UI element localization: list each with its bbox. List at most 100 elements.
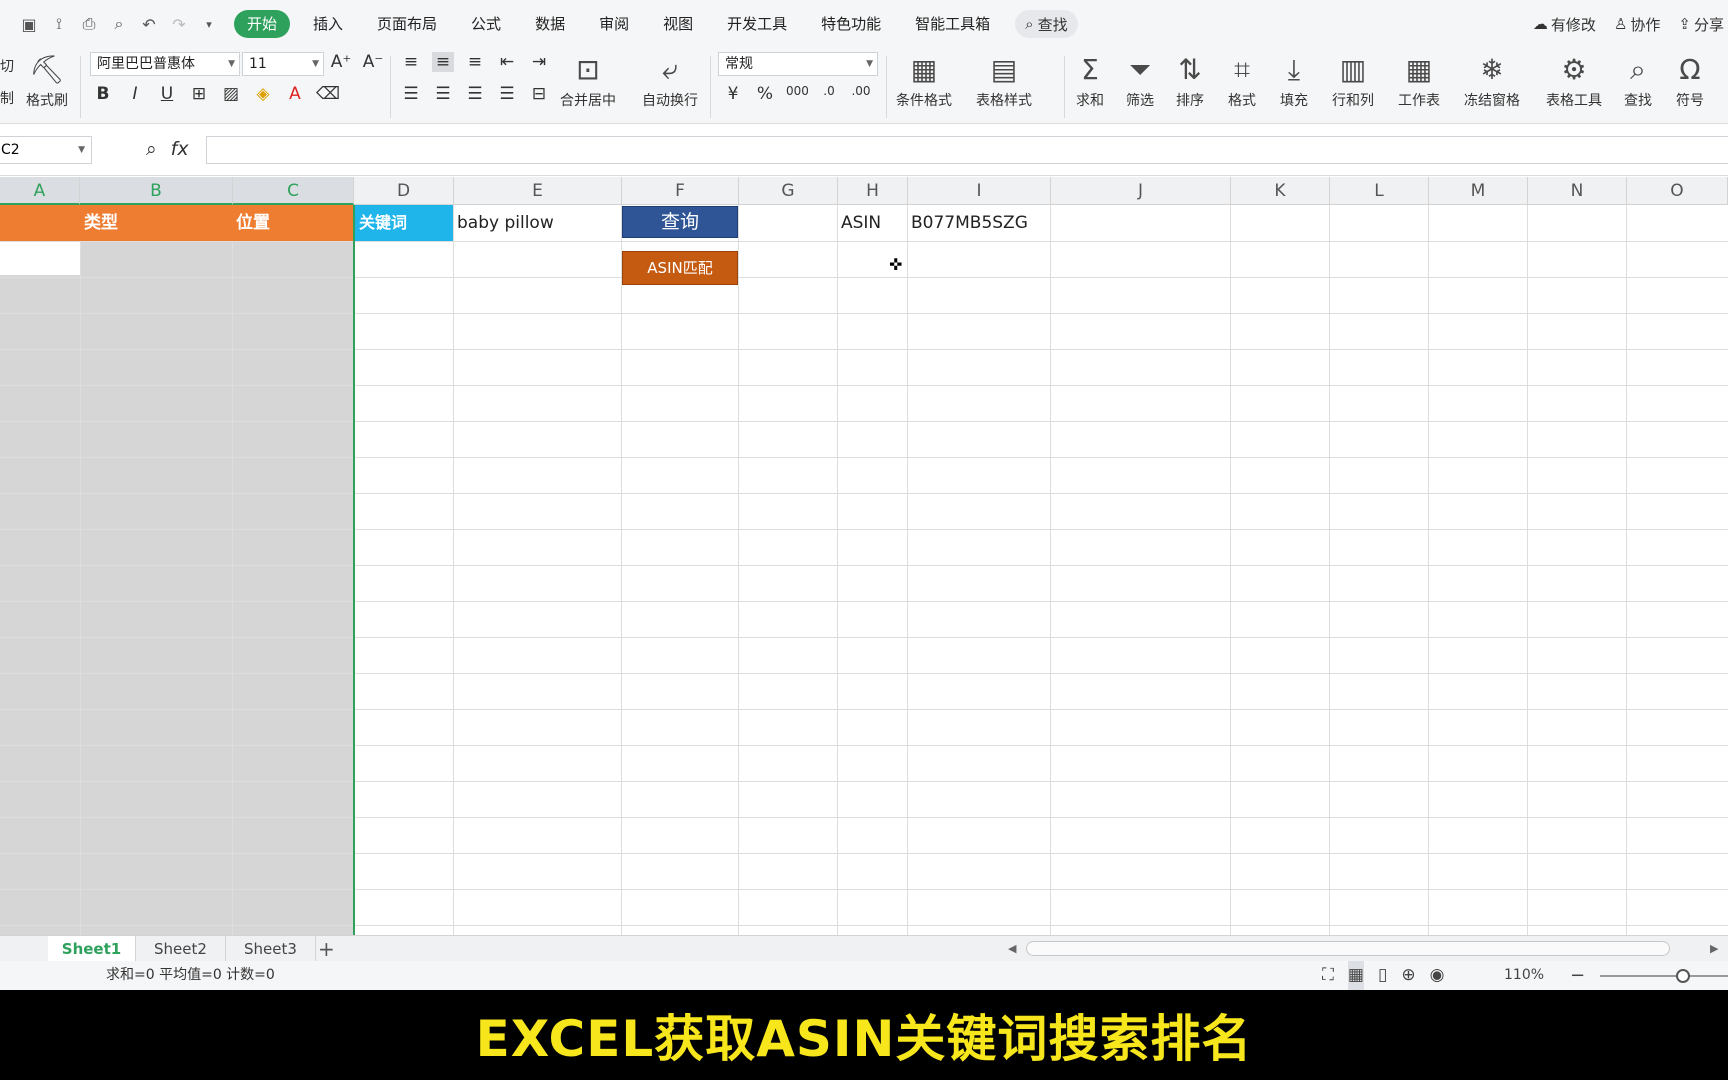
zoom-level[interactable]: 110% (1504, 961, 1544, 990)
sort-button[interactable]: ⇅ 排序 (1176, 50, 1204, 110)
decrease-decimal-icon[interactable]: .00 (850, 84, 872, 104)
cell-h1[interactable]: ASIN (841, 205, 881, 241)
thousands-icon[interactable]: 000 (786, 84, 809, 104)
share-button[interactable]: ⇪ 分享 (1678, 14, 1724, 35)
zoom-out-icon[interactable]: − (1570, 961, 1585, 990)
format-button[interactable]: ⌗ 格式 (1228, 50, 1256, 110)
font-name-select[interactable]: 阿里巴巴普惠体 ▼ (90, 52, 240, 76)
tab-page-layout[interactable]: 页面布局 (360, 10, 454, 38)
zoom-slider[interactable] (1600, 975, 1728, 977)
column-header-o[interactable]: O (1627, 177, 1728, 205)
print-icon[interactable]: ⎙ (74, 10, 104, 38)
fullscreen-icon[interactable]: ⛶ (1322, 961, 1334, 990)
copy-button[interactable]: 复制 (0, 88, 14, 108)
align-left-icon[interactable]: ☰ (400, 84, 422, 104)
cell-e1[interactable]: baby pillow (457, 205, 554, 241)
column-header-f[interactable]: F (622, 177, 739, 205)
tab-insert[interactable]: 插入 (296, 10, 360, 38)
add-sheet-icon[interactable]: + (318, 936, 335, 962)
clear-format-icon[interactable]: ⌫ (316, 84, 340, 104)
column-header-h[interactable]: H (838, 177, 908, 205)
save-icon[interactable]: ▣ (14, 10, 44, 38)
freeze-panes-button[interactable]: ❄ 冻结窗格 (1464, 50, 1520, 110)
tab-formulas[interactable]: 公式 (454, 10, 518, 38)
column-header-e[interactable]: E (454, 177, 622, 205)
conditional-format-button[interactable]: ▦ 条件格式 (896, 50, 952, 110)
cell-b1[interactable]: 类型 (84, 205, 118, 241)
zoom-slider-handle[interactable] (1676, 969, 1690, 983)
reading-mode-icon[interactable]: ◉ (1430, 961, 1445, 990)
font-size-select[interactable]: 11 ▼ (242, 52, 324, 76)
underline-icon[interactable]: U (156, 84, 178, 104)
query-button[interactable]: 查询 (622, 206, 738, 238)
modified-button[interactable]: ☁ 有修改 (1533, 14, 1596, 35)
row-col-button[interactable]: ▥ 行和列 (1332, 50, 1374, 110)
customize-dropdown-icon[interactable]: ▾ (194, 10, 224, 38)
wrap-text-button[interactable]: ⤶ 自动换行 (642, 50, 698, 110)
redo-icon[interactable]: ↷ (164, 10, 194, 38)
cell-c1[interactable]: 位置 (236, 205, 270, 241)
percent-icon[interactable]: % (754, 84, 776, 104)
formula-input[interactable] (206, 136, 1728, 164)
column-header-l[interactable]: L (1330, 177, 1429, 205)
number-format-select[interactable]: 常规 ▼ (718, 52, 878, 76)
fill-button[interactable]: ⤓ 填充 (1280, 50, 1308, 110)
scroll-right-icon[interactable]: ▶ (1710, 936, 1718, 962)
bold-icon[interactable]: B (92, 84, 114, 104)
cell-grid[interactable]: 类型 位置 关键词 baby pillow ASIN B077MB5SZG 查询… (0, 205, 1728, 935)
menu-search[interactable]: ⌕ 查找 (1015, 10, 1078, 38)
distribute-icon[interactable]: ⊟ (528, 84, 550, 104)
tab-review[interactable]: 审阅 (582, 10, 646, 38)
tab-smart-toolbox[interactable]: 智能工具箱 (898, 10, 1007, 38)
column-header-n[interactable]: N (1528, 177, 1627, 205)
column-header-c[interactable]: C (233, 177, 354, 205)
tab-features[interactable]: 特色功能 (804, 10, 898, 38)
indent-increase-icon[interactable]: ⇥ (528, 52, 550, 72)
undo-icon[interactable]: ↶ (134, 10, 164, 38)
fx-icon[interactable]: fx (171, 138, 189, 160)
increase-decimal-icon[interactable]: .0 (818, 84, 840, 104)
merge-center-button[interactable]: ⊡ 合并居中 (560, 50, 616, 110)
sheet-tab-sheet3[interactable]: Sheet3 (226, 936, 316, 962)
sum-button[interactable]: Σ 求和 (1076, 50, 1104, 110)
sheet-tab-sheet2[interactable]: Sheet2 (136, 936, 226, 962)
cell-d1[interactable]: 关键词 (355, 205, 453, 241)
symbol-button[interactable]: Ω 符号 (1676, 50, 1704, 110)
column-header-j[interactable]: J (1051, 177, 1231, 205)
column-header-d[interactable]: D (354, 177, 454, 205)
tab-home[interactable]: 开始 (234, 10, 291, 38)
column-header-k[interactable]: K (1231, 177, 1330, 205)
find-button[interactable]: ⌕ 查找 (1624, 50, 1652, 110)
filter-button[interactable]: ⏷ 筛选 (1126, 50, 1154, 110)
align-top-icon[interactable]: ≡ (400, 52, 422, 72)
fill-color-icon[interactable]: ◈ (252, 84, 274, 104)
increase-font-icon[interactable]: A⁺ (330, 52, 352, 72)
column-header-b[interactable]: B (80, 177, 233, 205)
align-middle-icon[interactable]: ≡ (432, 52, 454, 72)
column-header-g[interactable]: G (739, 177, 838, 205)
print-preview-icon[interactable]: ⌕ (104, 10, 134, 38)
tab-developer[interactable]: 开发工具 (710, 10, 804, 38)
currency-icon[interactable]: ¥ (722, 84, 744, 104)
tab-data[interactable]: 数据 (518, 10, 582, 38)
align-bottom-icon[interactable]: ≡ (464, 52, 486, 72)
align-right-icon[interactable]: ☰ (464, 84, 486, 104)
format-brush-icon[interactable]: ⟟ (44, 10, 74, 38)
active-cell[interactable] (0, 241, 80, 275)
table-tools-button[interactable]: ⚙ 表格工具 (1546, 50, 1602, 110)
column-header-m[interactable]: M (1429, 177, 1528, 205)
page-layout-view-icon[interactable]: ▯ (1378, 961, 1387, 990)
font-color-icon[interactable]: A (284, 84, 306, 104)
justify-icon[interactable]: ☰ (496, 84, 518, 104)
column-header-a[interactable]: A (0, 177, 80, 205)
name-box[interactable]: C2 ▼ (0, 136, 92, 164)
horizontal-scrollbar[interactable] (1026, 941, 1670, 956)
asin-match-button[interactable]: ASIN匹配 (622, 251, 738, 285)
page-break-view-icon[interactable]: ⊕ (1401, 961, 1415, 990)
sheet-tab-sheet1[interactable]: Sheet1 (48, 936, 136, 962)
table-style-button[interactable]: ▤ 表格样式 (976, 50, 1032, 110)
collab-button[interactable]: ♙ 协作 (1614, 14, 1660, 35)
column-header-i[interactable]: I (908, 177, 1051, 205)
cut-button[interactable]: 剪切 (0, 56, 14, 76)
normal-view-icon[interactable]: ▦ (1347, 961, 1364, 990)
